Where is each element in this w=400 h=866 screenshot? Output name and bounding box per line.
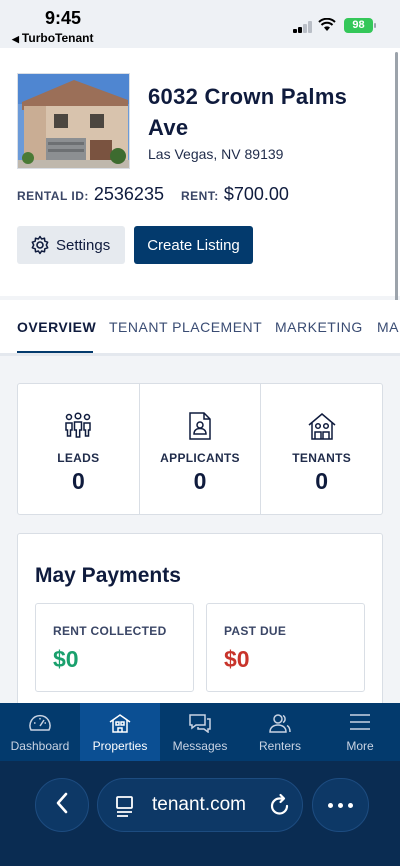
- browser-back-button[interactable]: [35, 778, 89, 832]
- property-photo: [17, 73, 130, 169]
- applicant-document-icon: [188, 412, 212, 445]
- battery-icon: 98: [344, 18, 376, 33]
- nav-label-renters: Renters: [258, 739, 302, 753]
- chat-bubbles-icon: [188, 713, 212, 738]
- rental-id-label: RENTAL ID:: [17, 189, 89, 203]
- stat-leads[interactable]: LEADS 0: [18, 384, 140, 514]
- stat-leads-value: 0: [71, 468, 85, 494]
- past-due-label: PAST DUE: [224, 624, 287, 638]
- page-scrollbar[interactable]: [395, 52, 398, 342]
- rental-id-value: 2536235: [93, 184, 164, 204]
- stat-applicants[interactable]: APPLICANTS 0: [140, 384, 262, 514]
- status-bar: 9:45 ◀ TurboTenant 98: [0, 0, 400, 48]
- house-people-icon: [307, 412, 337, 445]
- browser-address-bar[interactable]: tenant.com: [97, 778, 303, 832]
- nav-label-dashboard: Dashboard: [10, 739, 70, 753]
- chevron-left-icon: [55, 792, 69, 819]
- settings-label: Settings: [56, 236, 111, 254]
- browser-url: tenant.com: [152, 794, 246, 815]
- property-city: Las Vegas, NV 89139: [148, 146, 284, 162]
- property-address: 6032 Crown Palms Ave: [148, 84, 348, 140]
- wifi-icon: [318, 17, 336, 37]
- active-tab-indicator: [17, 351, 93, 353]
- tab-overview[interactable]: OVERVIEW: [17, 319, 96, 335]
- property-header: 6032 Crown Palms Ave Las Vegas, NV 89139…: [0, 48, 400, 296]
- back-to-app-link[interactable]: ◀ TurboTenant: [12, 31, 93, 45]
- property-tabs: OVERVIEW TENANT PLACEMENT MARKETING MA: [0, 300, 400, 356]
- back-triangle-icon: ◀: [12, 34, 19, 44]
- hamburger-icon: [349, 713, 371, 736]
- past-due-value: $0: [224, 646, 250, 672]
- people-icon: [63, 412, 93, 443]
- rent-label: RENT:: [180, 189, 219, 203]
- stats-card: LEADS 0 APPLICANTS 0 TENANTS 0: [17, 383, 383, 515]
- house-icon: [108, 713, 132, 738]
- more-dot-icon: [348, 802, 353, 808]
- browser-more-button[interactable]: [312, 778, 369, 832]
- stat-tenants-label: TENANTS: [292, 451, 352, 465]
- settings-button[interactable]: Settings: [17, 226, 125, 264]
- nav-item-renters[interactable]: Renters: [240, 703, 320, 761]
- back-app-label: TurboTenant: [21, 31, 94, 45]
- rental-info-row: RENTAL ID: 2536235 RENT: $700.00: [17, 184, 306, 205]
- cellular-signal-icon: [293, 21, 313, 33]
- nav-label-more: More: [346, 739, 374, 753]
- bottom-nav: Dashboard Properties Messages Renters Mo…: [0, 703, 400, 761]
- rent-collected-box[interactable]: RENT COLLECTED $0: [35, 603, 194, 692]
- nav-label-messages: Messages: [172, 739, 228, 753]
- stat-tenants-value: 0: [315, 468, 329, 494]
- nav-item-more[interactable]: More: [320, 703, 400, 761]
- page-settings-icon[interactable]: [115, 795, 137, 822]
- browser-toolbar: tenant.com: [0, 761, 400, 866]
- nav-item-properties[interactable]: Properties: [80, 703, 160, 761]
- create-listing-button[interactable]: Create Listing: [134, 226, 253, 264]
- more-dot-icon: [338, 802, 343, 808]
- rent-value: $700.00: [223, 184, 289, 204]
- stat-tenants[interactable]: TENANTS 0: [261, 384, 382, 514]
- tab-tenant-placement[interactable]: TENANT PLACEMENT: [109, 319, 262, 335]
- nav-item-dashboard[interactable]: Dashboard: [0, 703, 80, 761]
- reload-icon[interactable]: [269, 793, 291, 822]
- payments-card: May Payments RENT COLLECTED $0 PAST DUE …: [17, 533, 383, 713]
- stat-leads-label: LEADS: [57, 451, 100, 465]
- rent-collected-value: $0: [53, 646, 79, 672]
- status-time: 9:45: [45, 8, 82, 28]
- tab-more-truncated[interactable]: MA: [377, 319, 399, 335]
- payments-title: May Payments: [35, 564, 181, 587]
- stat-applicants-label: APPLICANTS: [160, 451, 240, 465]
- past-due-box[interactable]: PAST DUE $0: [206, 603, 365, 692]
- tab-marketing[interactable]: MARKETING: [275, 319, 363, 335]
- more-dot-icon: [328, 802, 333, 808]
- speedometer-icon: [28, 713, 52, 738]
- stat-applicants-value: 0: [193, 468, 207, 494]
- gear-icon: [30, 235, 50, 255]
- nav-label-properties: Properties: [92, 739, 148, 753]
- nav-item-messages[interactable]: Messages: [160, 703, 240, 761]
- users-icon: [268, 713, 292, 738]
- rent-collected-label: RENT COLLECTED: [53, 624, 167, 638]
